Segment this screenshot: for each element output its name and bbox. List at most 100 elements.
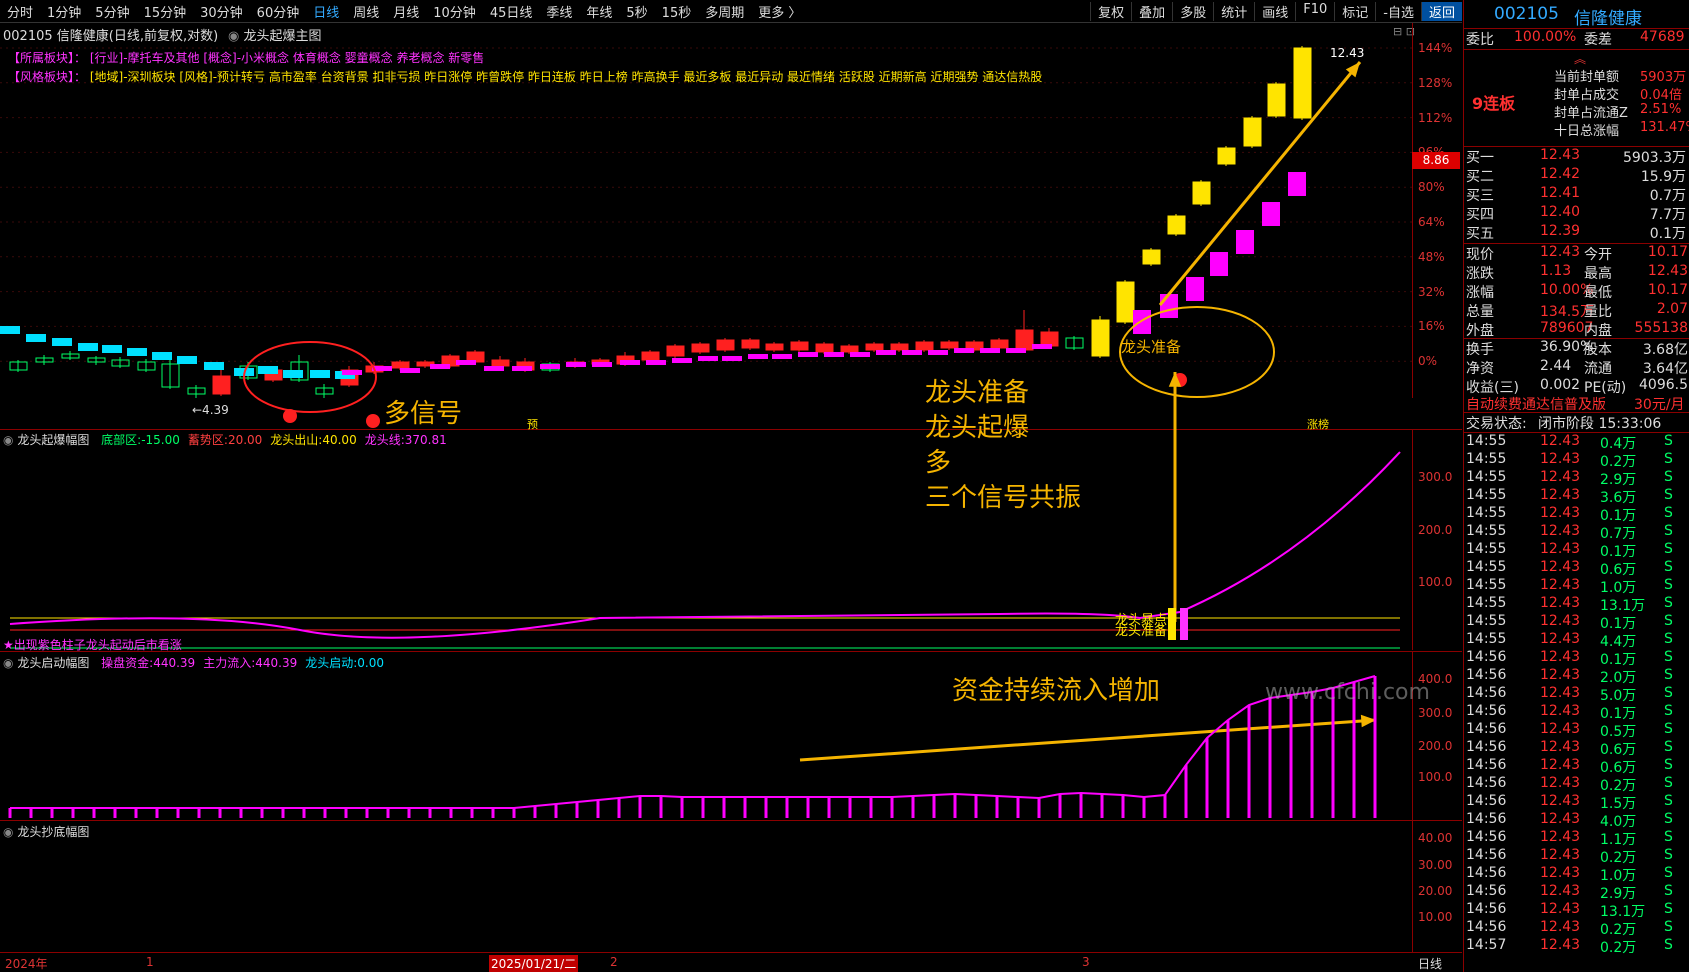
tick-price: 12.43	[1540, 685, 1581, 701]
bid-label: 买五	[1466, 226, 1494, 242]
tick-side: S	[1664, 469, 1673, 485]
stat-value: 555138	[1634, 320, 1688, 336]
quote-stats2: 换手 36.90% 股本 3.68亿 净资 2.44 流通 3.64亿 收益(三) 0.002 PE…	[1464, 338, 1689, 396]
tick-side: S	[1664, 919, 1673, 935]
stat-value: 12.43	[1540, 244, 1581, 260]
stat-row: 现价 12.43 今开 10.17	[1464, 244, 1689, 263]
tick-row: 14:56 12.43 4.0万 S	[1464, 811, 1689, 830]
seal-value: 131.47%	[1640, 120, 1689, 135]
tick-price: 12.43	[1540, 703, 1581, 719]
y-axis-label: 200.0	[1418, 523, 1453, 537]
y-axis-label: 40.00	[1418, 831, 1453, 845]
tick-time: 14:55	[1466, 433, 1507, 449]
bid-label: 买一	[1466, 150, 1494, 166]
cyan-stick	[26, 334, 46, 342]
tick-side: S	[1664, 865, 1673, 881]
tick-price: 12.43	[1540, 613, 1581, 629]
tick-price: 12.43	[1540, 793, 1581, 809]
bid-row[interactable]: 买四 12.40 7.7万	[1464, 204, 1689, 223]
tick-time: 14:55	[1466, 451, 1507, 467]
tick-volume: 13.1万	[1600, 904, 1646, 920]
gear-icon[interactable]: ◉	[3, 825, 13, 839]
indicator-value: 370.81	[404, 433, 447, 447]
magenta-stick	[1288, 172, 1306, 196]
indicator-label: 龙头启动:	[305, 656, 358, 670]
signal-bar	[1168, 608, 1176, 640]
collapse-icon[interactable]: ︽	[1574, 50, 1586, 67]
annotation-signal-list: 龙头准备 龙头起爆 多 三个信号共振	[925, 376, 1081, 516]
magenta-stick	[850, 352, 870, 357]
marker-zb: 涨榜	[1307, 418, 1329, 431]
candle	[815, 343, 834, 353]
tick-time: 14:55	[1466, 487, 1507, 503]
tick-time: 14:56	[1466, 739, 1507, 755]
tick-time: 14:56	[1466, 919, 1507, 935]
y-axis-label: 30.00	[1418, 858, 1453, 872]
tick-time: 14:56	[1466, 757, 1507, 773]
bid-price: 12.40	[1540, 204, 1581, 220]
cyan-stick	[78, 343, 98, 351]
signal-bar	[1180, 608, 1188, 640]
candle	[890, 343, 909, 351]
tick-volume: 1.0万	[1600, 868, 1637, 884]
tick-list[interactable]: 14:55 12.43 0.4万 S 14:55 12.43 0.2万 S 14:55 12.43…	[1464, 432, 1689, 956]
stat-row: 涨跌 1.13 最高 12.43	[1464, 263, 1689, 282]
cyan-stick	[127, 348, 147, 356]
candle	[1116, 281, 1135, 323]
y-axis-label: 300.0	[1418, 706, 1453, 720]
gear-icon[interactable]: ◉	[3, 433, 13, 447]
indicator-label: 蓄势区:	[187, 433, 228, 447]
bid-label: 买四	[1466, 207, 1494, 223]
tick-side: S	[1664, 721, 1673, 737]
stat-row: 收益(三) 0.002 PE(动) 4096.5	[1464, 377, 1689, 396]
tick-side: S	[1664, 631, 1673, 647]
banner-text[interactable]: 自动续费通达信普及版	[1466, 394, 1606, 414]
tick-side: S	[1664, 847, 1673, 863]
stat-label: 现价	[1466, 247, 1494, 263]
candle	[1217, 147, 1236, 165]
tick-side: S	[1664, 541, 1673, 557]
annotation-line: 三个信号共振	[925, 483, 1082, 513]
cyan-stick	[177, 356, 197, 364]
bid-row[interactable]: 买二 12.42 15.9万	[1464, 166, 1689, 185]
indicator-value: 40.00	[322, 433, 357, 447]
tick-row: 14:56 12.43 0.5万 S	[1464, 721, 1689, 740]
tick-side: S	[1664, 667, 1673, 683]
tick-volume: 0.2万	[1600, 778, 1637, 794]
candle	[1267, 83, 1286, 117]
tick-volume: 0.1万	[1600, 706, 1637, 722]
tick-time: 14:56	[1466, 883, 1507, 899]
stat-value: 3.64亿	[1642, 361, 1688, 377]
stat-value: 12.43	[1647, 263, 1688, 279]
indicator-value: 0.00	[357, 656, 385, 670]
tick-time: 14:55	[1466, 469, 1507, 485]
stat-label: 股本	[1584, 342, 1612, 358]
candle	[840, 345, 859, 353]
tick-price: 12.43	[1540, 775, 1581, 791]
tick-row: 14:56 12.43 0.6万 S	[1464, 739, 1689, 758]
gear-icon[interactable]: ◉	[3, 656, 13, 670]
panel3-yaxis: 40.00 30.00 20.00 10.00	[1412, 821, 1463, 952]
cyan-stick	[102, 345, 122, 353]
bid-label: 买三	[1466, 188, 1494, 204]
tick-time: 14:55	[1466, 541, 1507, 557]
tick-volume: 0.1万	[1600, 508, 1637, 524]
tick-side: S	[1664, 793, 1673, 809]
seal-row: 封单占成交 0.04倍	[1464, 84, 1689, 103]
bid-row[interactable]: 买三 12.41 0.7万	[1464, 185, 1689, 204]
tick-side: S	[1664, 883, 1673, 899]
time-axis: 2024年 1 2025/01/21/二 2 3	[0, 953, 1412, 972]
stat-label: 最低	[1584, 285, 1612, 301]
stat-row: 净资 2.44 流通 3.64亿	[1464, 358, 1689, 377]
magenta-stick	[1236, 230, 1254, 254]
tick-row: 14:55 12.43 0.7万 S	[1464, 523, 1689, 542]
quote-header: 002105 信隆健康	[1464, 4, 1689, 29]
low-label: ←4.39	[192, 403, 229, 417]
banner-row[interactable]: 自动续费通达信普及版 30元/月	[1464, 394, 1689, 414]
bid-row[interactable]: 买一 12.43 5903.3万	[1464, 147, 1689, 166]
bid-row[interactable]: 买五 12.39 0.1万	[1464, 223, 1689, 242]
panel2-title: 龙头启动幅图	[17, 656, 90, 670]
candle	[1192, 181, 1211, 205]
tick-side: S	[1664, 937, 1673, 953]
magenta-stick	[928, 350, 948, 355]
